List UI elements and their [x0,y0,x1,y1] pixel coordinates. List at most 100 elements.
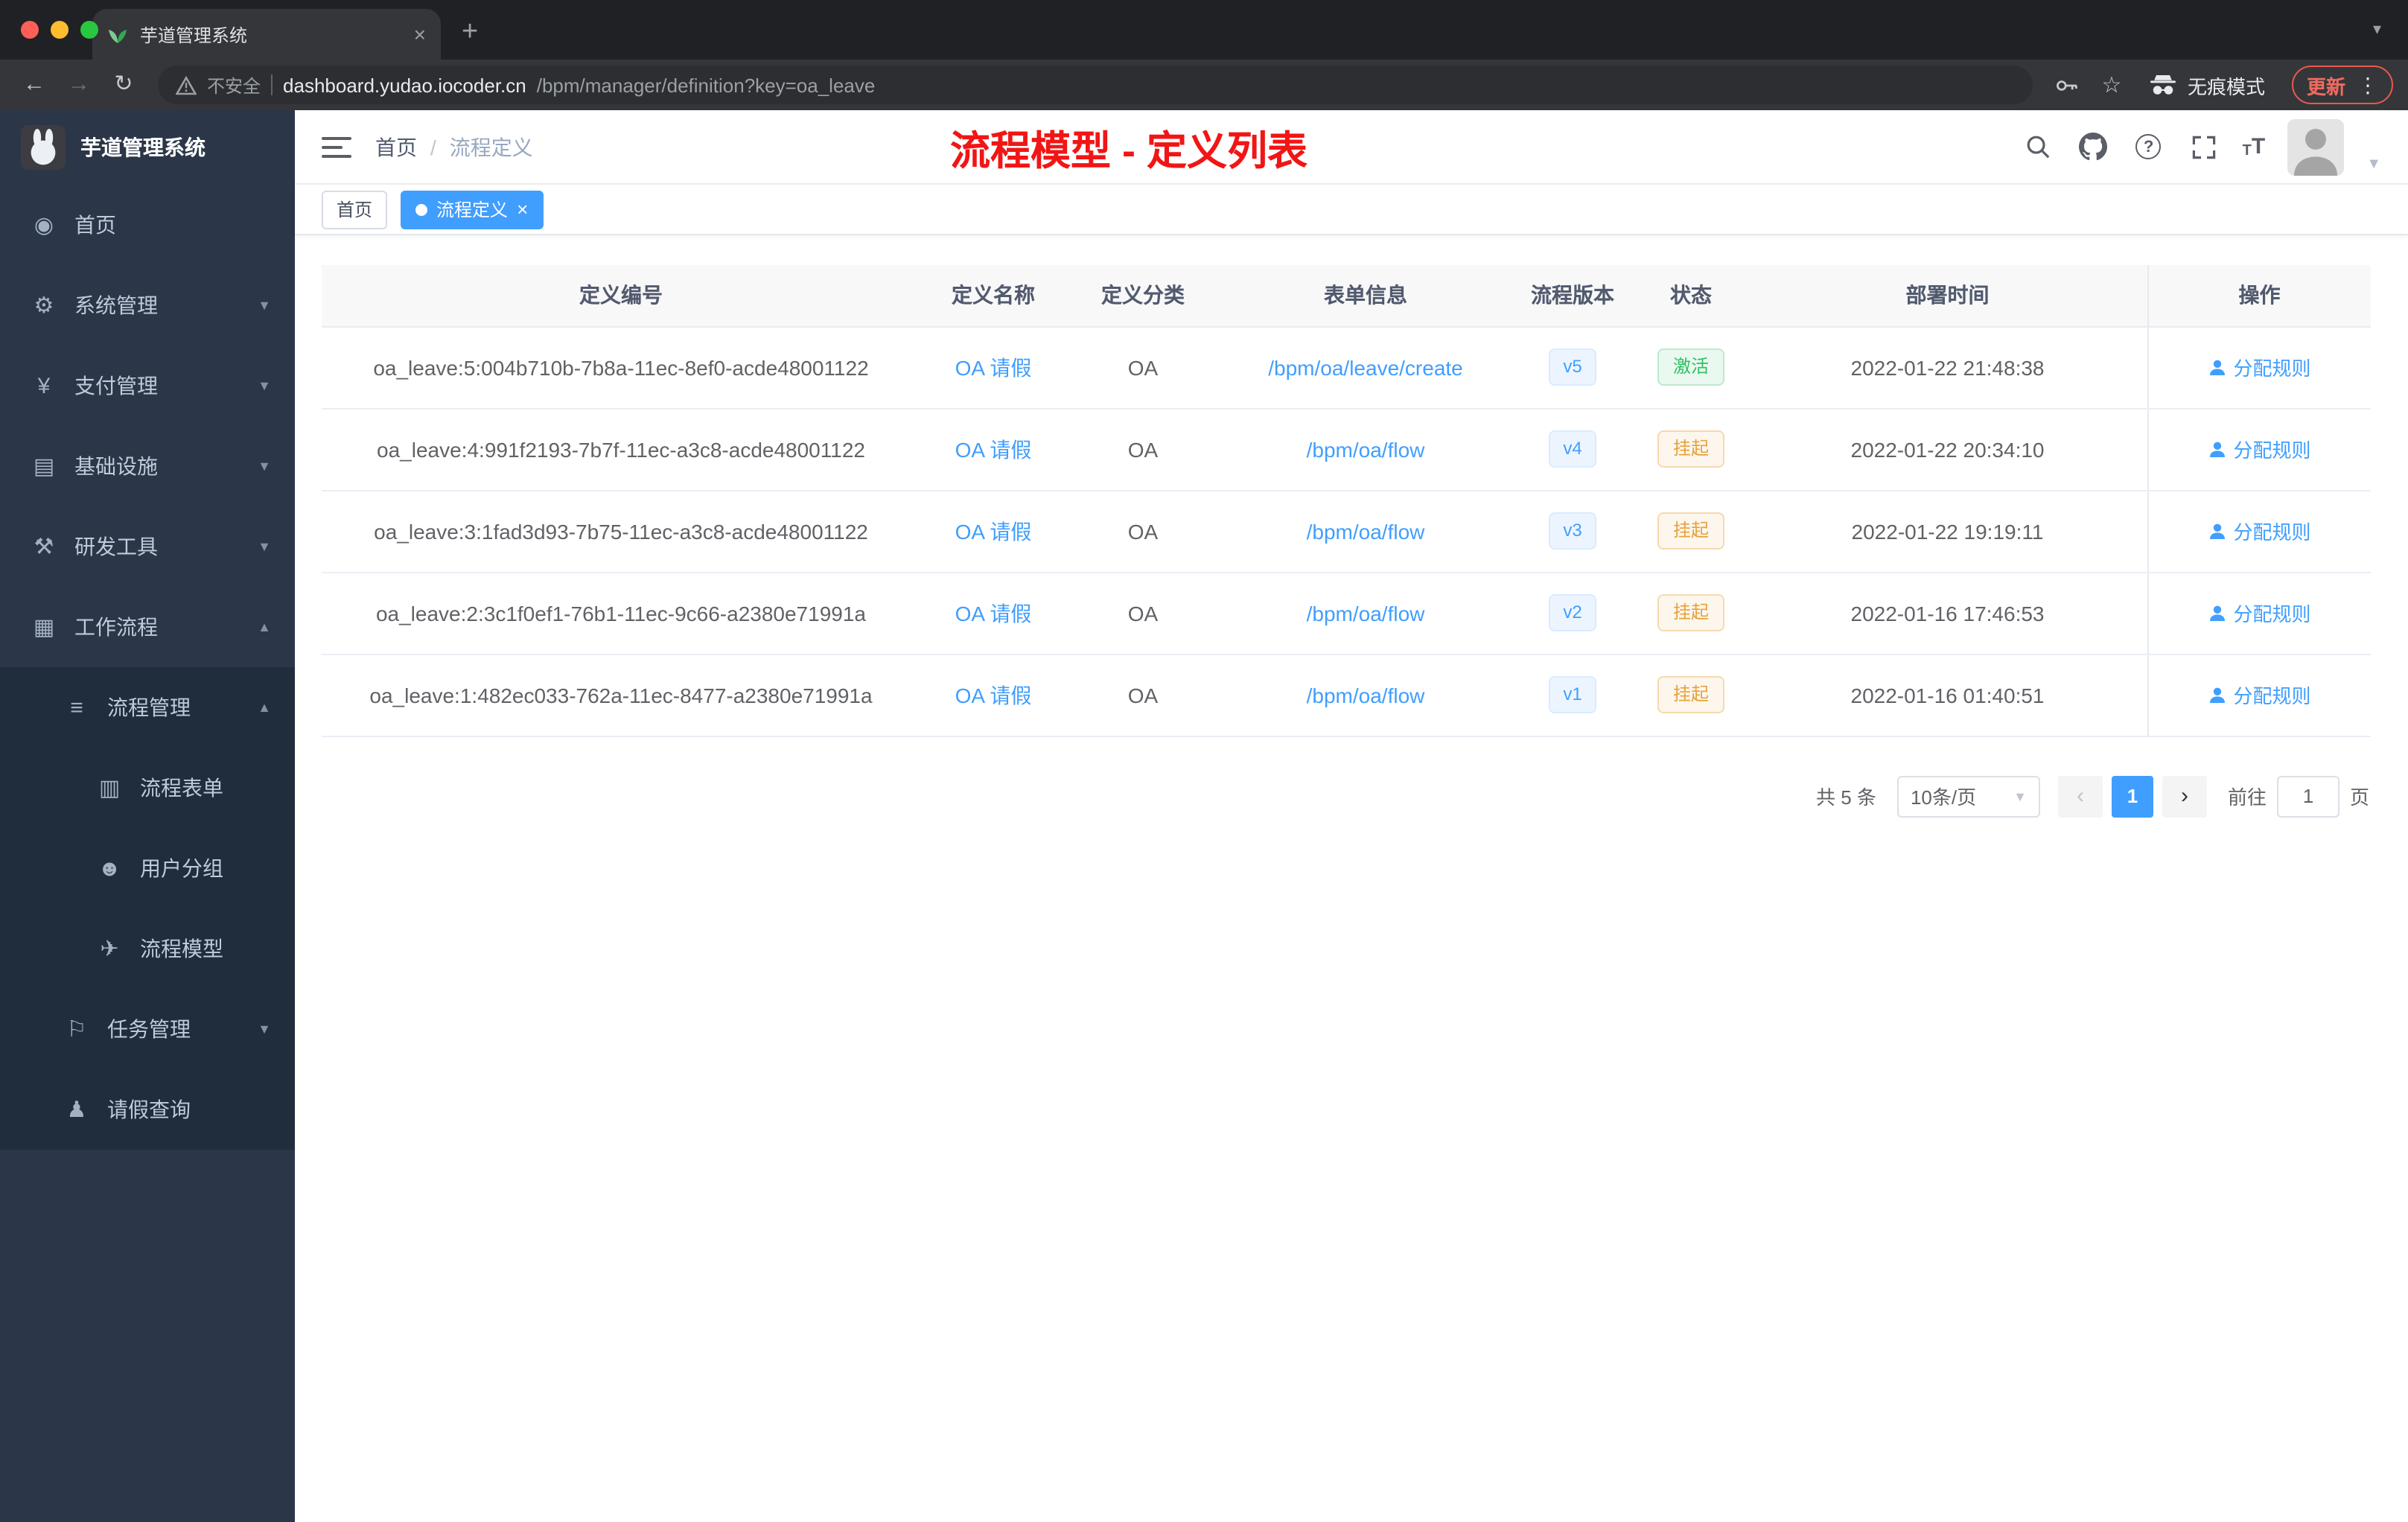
zoom-window-button[interactable] [80,21,98,39]
sidebar-item-label: 用户分组 [140,856,223,880]
total-count-label: 共 5 条 [1816,786,1876,809]
next-page-button[interactable]: › [2162,775,2207,817]
sidebar-item-workflow[interactable]: ▦ 工作流程 ▲ [0,587,295,667]
tab-close-icon[interactable]: × [414,24,426,45]
chevron-down-icon: ▼ [258,378,271,393]
definition-id: oa_leave:5:004b710b-7b8a-11ec-8ef0-acde4… [322,326,920,409]
definition-name-link[interactable]: OA 请假 [955,683,1032,707]
help-icon[interactable]: ? [2133,130,2165,163]
process-list-icon: ≡ [70,695,83,720]
sidebar-item-leave-query[interactable]: ♟ 请假查询 [0,1069,295,1150]
tag-home[interactable]: 首页 [322,190,388,229]
table-row: oa_leave:5:004b710b-7b8a-11ec-8ef0-acde4… [322,326,2371,409]
assign-rule-link[interactable]: 分配规则 [2208,517,2311,545]
tag-label: 流程定义 [436,200,509,220]
sidebar-item-system[interactable]: ⚙ 系统管理 ▼ [0,265,295,346]
update-pill: 更新 ⋮ [2291,66,2393,104]
password-key-icon[interactable] [2048,66,2086,104]
incognito-badge: 无痕模式 [2149,71,2265,99]
font-size-icon[interactable]: TT [2243,134,2266,159]
goto-page: 前往 页 [2228,775,2369,817]
sidebar-item-label: 工作流程 [74,615,158,639]
incognito-label: 无痕模式 [2187,75,2265,98]
definition-category: OA [1066,326,1220,409]
form-link[interactable]: /bpm/oa/flow [1307,519,1425,543]
person-icon: ♟ [66,1098,87,1123]
tab-strip: 芋道管理系统 × + ▾ [0,0,2408,60]
update-button[interactable]: 更新 [2307,71,2345,99]
user-icon [2209,359,2225,375]
browser-menu-icon[interactable]: ⋮ [2357,72,2378,98]
sidebar-toggle-icon[interactable] [322,136,351,157]
sidebar-item-label: 首页 [74,213,116,237]
task-flag-icon: ⚐ [66,1017,87,1042]
deploy-time: 2022-01-16 01:40:51 [1748,654,2147,736]
prev-page-button[interactable]: ‹ [2057,775,2103,817]
sidebar-item-infrastructure[interactable]: ▤ 基础设施 ▼ [0,426,295,506]
status-badge: 挂起 [1657,594,1724,631]
sidebar-item-label: 请假查询 [107,1098,191,1121]
page-size-select[interactable]: 10条/页 ▼ [1896,775,2040,817]
browser-tab[interactable]: 芋道管理系统 × [92,9,441,60]
sidebar: 芋道管理系统 ◉ 首页 ⚙ 系统管理 ▼ ¥ 支付管理 ▼ ▤ 基础设施 ▼ ⚒… [0,110,295,1522]
form-link[interactable]: /bpm/oa/leave/create [1268,355,1463,379]
pagination: 共 5 条 10条/页 ▼ ‹ 1 › 前往 页 [322,775,2369,817]
definition-id: oa_leave:4:991f2193-7b7f-11ec-a3c8-acde4… [322,408,920,491]
sidebar-item-user-group[interactable]: ☻ 用户分组 [0,828,295,908]
sidebar-item-home[interactable]: ◉ 首页 [0,185,295,265]
form-link[interactable]: /bpm/oa/flow [1307,683,1425,707]
github-icon[interactable] [2077,130,2110,163]
sidebar-item-devtools[interactable]: ⚒ 研发工具 ▼ [0,506,295,587]
sidebar-item-process-model[interactable]: ✈ 流程模型 [0,908,295,989]
fullscreen-icon[interactable] [2188,130,2220,163]
close-window-button[interactable] [21,21,39,39]
form-link[interactable]: /bpm/oa/flow [1307,601,1425,625]
sidebar-item-task-management[interactable]: ⚐ 任务管理 ▼ [0,989,295,1069]
col-definition-name: 定义名称 [920,265,1066,327]
dashboard-icon: ◉ [34,213,54,238]
chevron-down-icon: ▼ [258,539,271,554]
assign-rule-link[interactable]: 分配规则 [2208,353,2311,381]
current-page-button[interactable]: 1 [2111,775,2153,817]
bookmark-star-icon[interactable]: ☆ [2092,66,2131,104]
definition-name-link[interactable]: OA 请假 [955,437,1032,461]
tags-bar: 首页 流程定义 × [295,185,2408,235]
definition-name-link[interactable]: OA 请假 [955,519,1032,543]
main-area: 首页 / 流程定义 流程模型 - 定义列表 ? TT ▼ 首页 流程定义 × 定… [295,110,2408,1522]
reload-button[interactable]: ↻ [104,66,143,104]
assign-rule-link[interactable]: 分配规则 [2208,599,2311,627]
avatar[interactable] [2287,118,2345,175]
infrastructure-icon: ▤ [33,454,55,480]
sidebar-item-process-form[interactable]: ▥ 流程表单 [0,748,295,828]
address-bar[interactable]: 不安全 dashboard.yudao.iocoder.cn/bpm/manag… [158,66,2033,104]
browser-toolbar: ← → ↻ 不安全 dashboard.yudao.iocoder.cn/bpm… [0,60,2408,110]
breadcrumb-separator: / [430,135,436,159]
back-button[interactable]: ← [15,66,54,104]
sidebar-item-label: 流程表单 [140,776,223,800]
tab-search-chevron-icon[interactable]: ▾ [2373,19,2381,39]
col-status: 状态 [1634,265,1748,327]
dev-tools-icon: ⚒ [34,535,54,560]
assign-rule-link[interactable]: 分配规则 [2208,435,2311,463]
form-link[interactable]: /bpm/oa/flow [1307,437,1425,461]
deploy-time: 2022-01-22 21:48:38 [1748,326,2147,409]
definition-name-link[interactable]: OA 请假 [955,355,1032,379]
forward-button[interactable]: → [60,66,98,104]
tag-close-icon[interactable]: × [517,200,528,219]
definition-category: OA [1066,654,1220,736]
definition-table: 定义编号 定义名称 定义分类 表单信息 流程版本 状态 部署时间 操作 oa_l [322,265,2371,736]
definition-name-link[interactable]: OA 请假 [955,601,1032,625]
col-process-version: 流程版本 [1512,265,1634,327]
assign-rule-link[interactable]: 分配规则 [2208,681,2311,709]
caret-down-icon[interactable]: ▼ [2366,156,2381,172]
new-tab-button[interactable]: + [462,16,478,49]
sidebar-item-payment[interactable]: ¥ 支付管理 ▼ [0,346,295,426]
breadcrumb-home[interactable]: 首页 [375,132,417,162]
sidebar-item-process-management[interactable]: ≡ 流程管理 ▲ [0,667,295,748]
minimize-window-button[interactable] [51,21,69,39]
goto-page-input[interactable] [2276,775,2339,817]
tag-process-definition[interactable]: 流程定义 × [401,190,544,229]
col-form-info: 表单信息 [1220,265,1512,327]
sidebar-logo[interactable]: 芋道管理系统 [0,110,295,185]
search-icon[interactable] [2022,130,2055,163]
